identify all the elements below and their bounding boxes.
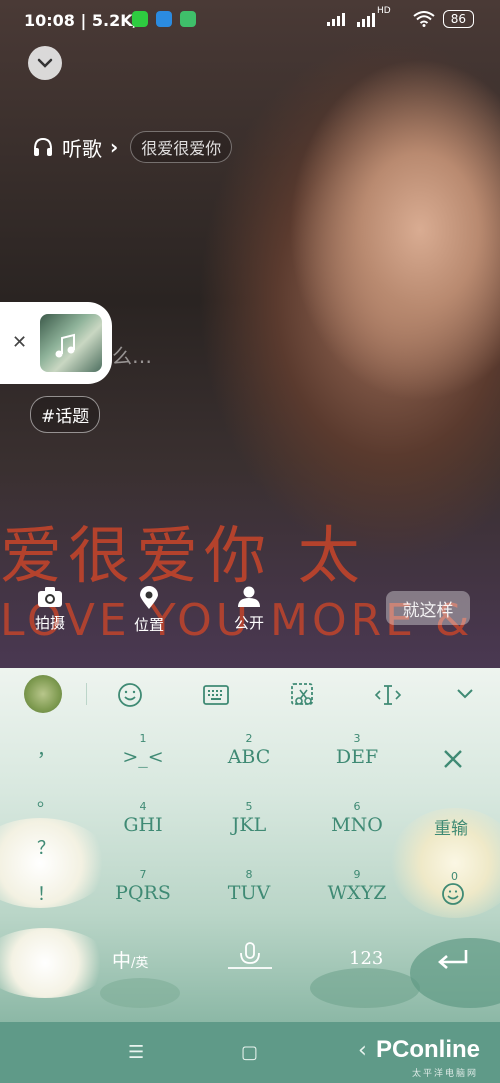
keyboard: ， 。 ？ ！ 1 >_< 2 ABC 3 DEF 4 GHI 5 JKL 6 MNO 7P… (0, 668, 500, 1022)
keyboard-logo-icon[interactable] (24, 675, 62, 713)
key-label: ABC (227, 746, 271, 768)
key-6[interactable]: 6 MNO (302, 800, 412, 836)
microphone-icon (228, 942, 272, 969)
visibility-button[interactable]: 公开 (219, 586, 279, 633)
key-label: DEF (335, 746, 379, 768)
enter-icon[interactable] (436, 948, 470, 970)
music-note-icon (55, 333, 75, 358)
close-icon[interactable]: ✕ (12, 332, 27, 353)
visibility-label: 公开 (233, 614, 264, 632)
key-3[interactable]: 3 DEF (302, 732, 412, 768)
music-attachment-card[interactable]: ✕ (0, 302, 112, 384)
key-label: JKL (231, 814, 267, 836)
wifi-icon (413, 11, 435, 27)
delete-icon[interactable] (442, 748, 464, 770)
key-1[interactable]: 1 >_< (88, 732, 198, 768)
status-right: HD 86 (327, 6, 474, 28)
camera-button[interactable]: 拍摄 (20, 586, 80, 633)
hd-label: HD (377, 6, 391, 16)
keyboard-icon[interactable] (203, 684, 229, 706)
lily-pad-decoration (100, 978, 180, 1008)
publish-button[interactable]: 就这样 (386, 591, 470, 625)
key-0-emoji-icon[interactable] (441, 882, 465, 906)
key-4[interactable]: 4 GHI (88, 800, 198, 836)
notification-icons (132, 11, 196, 27)
key-label: >_< (122, 746, 164, 768)
album-cover (40, 314, 102, 372)
chevron-right-icon: › (110, 135, 119, 159)
song-name-chip[interactable]: 很爱很爱你 (130, 131, 233, 163)
key-num: 2 (245, 732, 253, 745)
battery-indicator: 86 (442, 10, 474, 28)
key-num: 3 (353, 732, 361, 745)
key-num: 5 (245, 800, 253, 813)
lotus-decoration (0, 928, 110, 998)
location-pin-icon (140, 586, 158, 609)
lang-main: 中 (112, 950, 132, 972)
camera-label: 拍摄 (34, 614, 65, 632)
language-switch-key[interactable]: 中/英 (112, 946, 148, 973)
pconline-watermark: PConline (375, 1036, 480, 1063)
punct-period-key[interactable]: 。 (36, 786, 56, 812)
key-label: WXYZ (327, 882, 387, 904)
collapse-keyboard-icon[interactable] (456, 688, 474, 700)
numbers-key[interactable]: 123 (349, 948, 383, 969)
cursor-icon[interactable] (374, 682, 402, 708)
key-num: 9 (353, 868, 361, 881)
listen-label: 听歌 (62, 136, 102, 161)
key-num: 6 (353, 800, 361, 813)
signal-icon (327, 13, 346, 26)
key-label: TUV (227, 882, 271, 904)
toolbar-divider (86, 683, 87, 705)
status-bar: 10:08 | 5.2K/s HD 86 (0, 0, 500, 44)
key-num: 1 (139, 732, 147, 745)
key-8[interactable]: 8 TUV (194, 868, 304, 904)
home-nav-button[interactable]: ▢ (241, 1042, 258, 1063)
key-label: PQRS (115, 882, 171, 904)
lily-pad-decoration (310, 968, 420, 1008)
key-5[interactable]: 5 JKL (194, 800, 304, 836)
retype-key[interactable]: 重输 (434, 814, 468, 839)
key-label: MNO (331, 814, 383, 836)
menu-nav-button[interactable]: ☰ (128, 1042, 144, 1063)
wechat-icon (132, 11, 148, 27)
post-text-placeholder[interactable]: 么… (112, 340, 152, 369)
chevron-down-icon (37, 58, 53, 68)
pconline-watermark-sub: 太平洋电脑网 (411, 1069, 478, 1079)
android-icon (180, 11, 196, 27)
emoji-icon[interactable] (117, 682, 143, 708)
key-num: 4 (139, 800, 147, 813)
location-label: 位置 (133, 616, 164, 634)
key-num: 7 (139, 868, 147, 881)
punct-comma-key[interactable]: ， (36, 736, 56, 762)
key-num: 8 (245, 868, 253, 881)
key-9[interactable]: 9 WXYZ (302, 868, 412, 904)
voice-input-key[interactable] (226, 940, 274, 972)
clipboard-cut-icon[interactable] (290, 682, 316, 708)
key-7[interactable]: 7 PQRS (88, 868, 198, 904)
system-nav-bar: ☰ ▢ ‹ PConline 太平洋电脑网 (0, 1022, 500, 1083)
keyboard-toolbar (0, 668, 500, 722)
collapse-button[interactable] (28, 46, 62, 80)
topic-tag-button[interactable]: #话题 (30, 396, 101, 433)
punct-question-key[interactable]: ？ (36, 834, 56, 860)
camera-icon (38, 587, 62, 607)
back-nav-button[interactable]: ‹ (358, 1038, 367, 1063)
key-label: GHI (123, 814, 163, 836)
status-time: 10:08 | 5.2K/s (24, 11, 149, 30)
headphones-icon (34, 137, 52, 156)
key-2[interactable]: 2 ABC (194, 732, 304, 768)
listen-music-row[interactable]: 听歌 › 很爱很爱你 (32, 131, 233, 163)
album-art-lyrics: 爱很爱你 太 (0, 519, 366, 592)
person-icon (238, 586, 260, 607)
location-button[interactable]: 位置 (119, 586, 179, 635)
app-notification-icon (156, 11, 172, 27)
punct-exclaim-key[interactable]: ！ (36, 880, 56, 906)
lang-sub: /英 (131, 956, 149, 971)
